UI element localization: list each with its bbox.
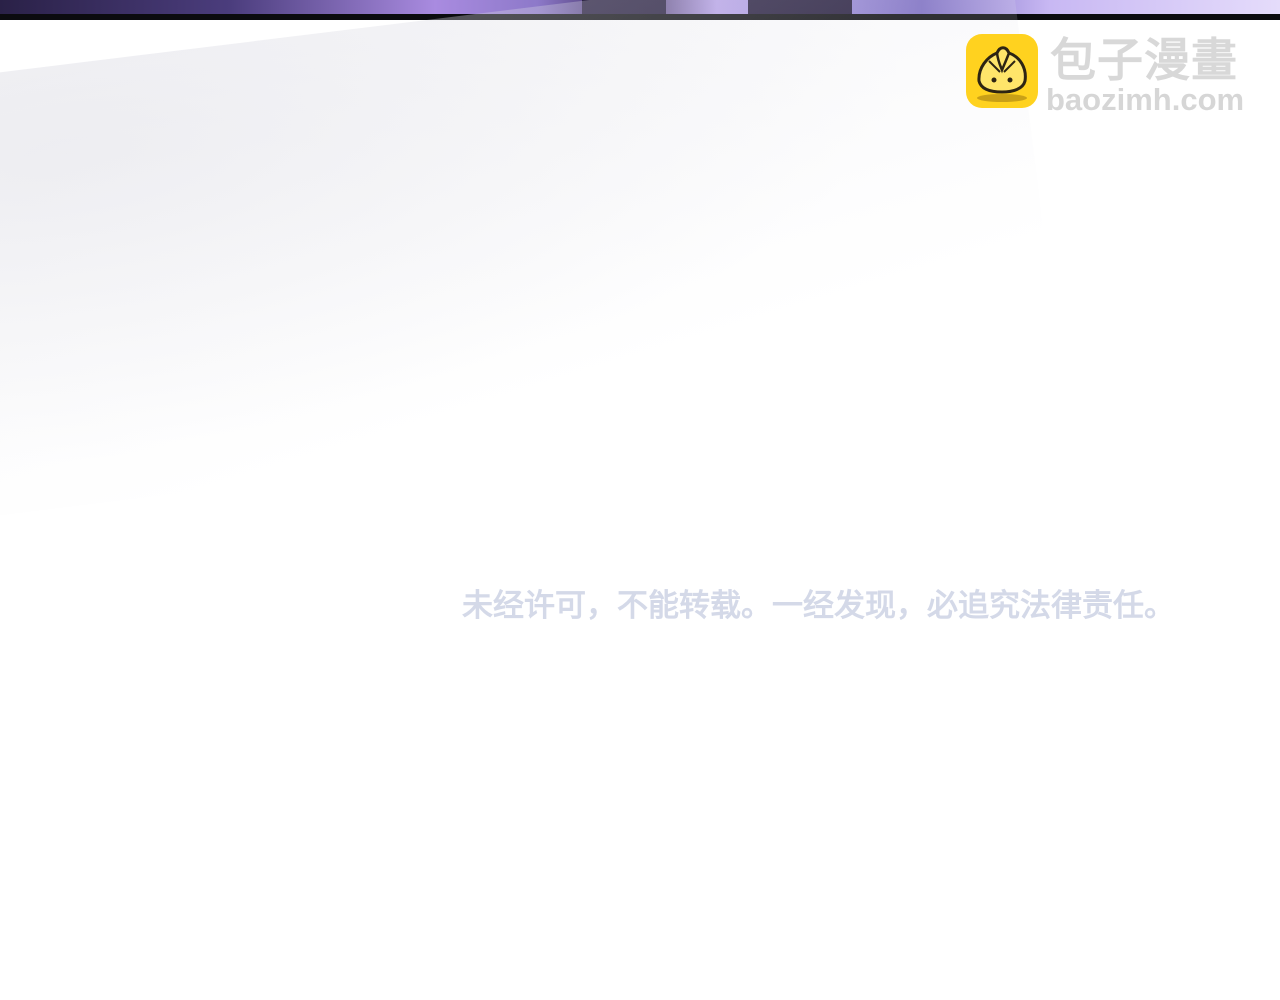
site-logo-domain: baozimh.com: [1046, 82, 1245, 117]
background-shade: [0, 0, 1063, 532]
comic-page: 包子漫畫 baozimh.com 未经许可，不能转载。一经发现，必追究法律责任。: [0, 0, 1280, 1000]
site-logo-chinese: 包子漫畫: [1050, 33, 1238, 87]
steamed-bun-icon: [966, 34, 1038, 108]
copyright-notice: 未经许可，不能转载。一经发现，必追究法律责任。: [462, 588, 1175, 624]
site-watermark-logo: 包子漫畫 baozimh.com: [966, 34, 1254, 116]
